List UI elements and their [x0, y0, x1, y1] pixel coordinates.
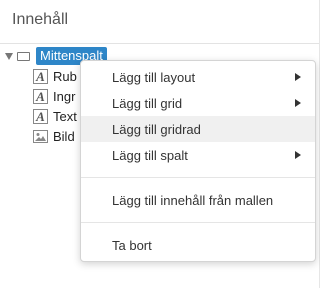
tree-node-child[interactable]: Bild — [33, 126, 75, 146]
menu-item-label: Lägg till innehåll från mallen — [112, 192, 274, 208]
menu-item-delete[interactable]: Ta bort — [81, 232, 315, 258]
menu-divider — [81, 177, 315, 178]
tree-node-child[interactable]: A Rub — [33, 66, 77, 86]
text-format-icon: A — [33, 108, 48, 124]
text-format-icon: A — [33, 88, 48, 104]
menu-item-label: Ta bort — [112, 237, 152, 253]
tree-node-child[interactable]: A Text — [33, 106, 77, 126]
menu-item-add-column[interactable]: Lägg till spalt — [81, 142, 315, 168]
expand-toggle-icon[interactable] — [5, 52, 13, 60]
menu-divider — [81, 222, 315, 223]
image-icon — [33, 129, 48, 143]
submenu-arrow-icon — [295, 151, 301, 159]
panel-title: Innehåll — [12, 11, 69, 28]
menu-item-add-grid-row[interactable]: Lägg till gridrad — [81, 116, 315, 142]
menu-item-add-from-template[interactable]: Lägg till innehåll från mallen — [81, 187, 315, 213]
panel-header: Innehåll — [0, 0, 320, 44]
menu-item-label: Lägg till spalt — [112, 147, 188, 163]
submenu-arrow-icon — [295, 99, 301, 107]
tree-node-label[interactable]: Bild — [53, 129, 75, 144]
menu-item-add-grid[interactable]: Lägg till grid — [81, 90, 315, 116]
text-format-icon: A — [33, 68, 48, 84]
menu-item-add-layout[interactable]: Lägg till layout — [81, 64, 315, 90]
menu-item-label: Lägg till gridrad — [112, 121, 201, 137]
container-icon — [17, 51, 30, 61]
submenu-arrow-icon — [295, 73, 301, 81]
tree-node-child[interactable]: A Ingr — [33, 86, 75, 106]
tree-node-label[interactable]: Ingr — [53, 89, 75, 104]
context-menu: Lägg till layout Lägg till grid Lägg til… — [80, 60, 316, 262]
menu-item-label: Lägg till layout — [112, 69, 196, 85]
tree-node-label[interactable]: Text — [53, 109, 77, 124]
menu-item-label: Lägg till grid — [112, 95, 183, 111]
tree-node-label[interactable]: Rub — [53, 69, 77, 84]
